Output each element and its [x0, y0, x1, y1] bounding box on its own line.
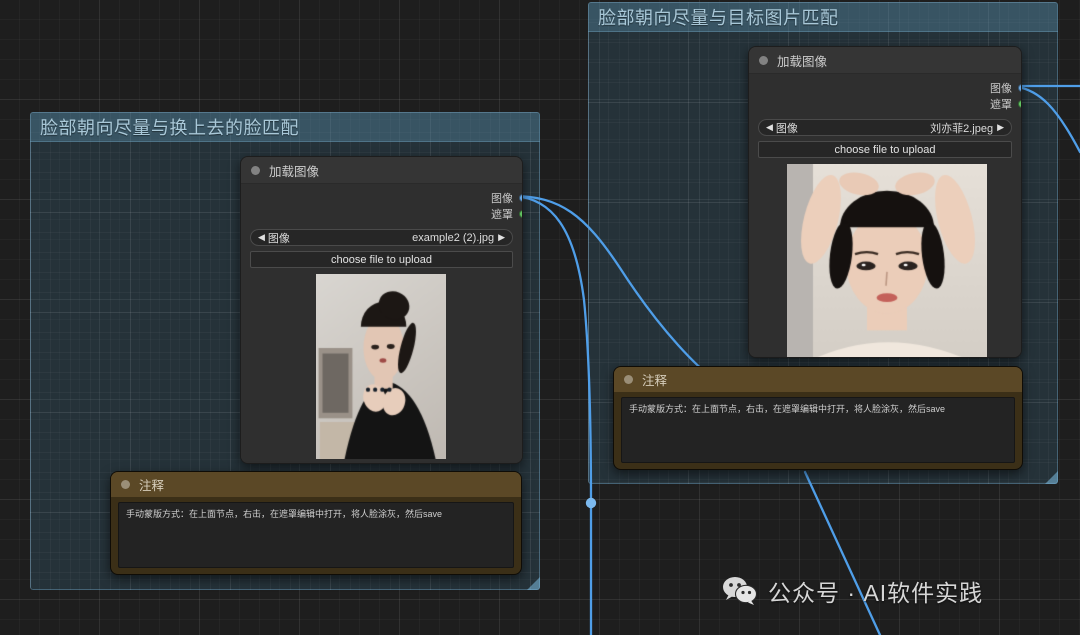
watermark-text: 公众号 · AI软件实践	[768, 580, 984, 606]
node-collapse-icon[interactable]	[251, 165, 260, 175]
chevron-left-icon[interactable]: ◀	[766, 122, 773, 133]
image-port-dot-icon[interactable]	[1018, 84, 1021, 92]
link-reroute-dot	[585, 497, 597, 509]
note-collapse-icon[interactable]	[624, 375, 633, 384]
image-port-dot-icon[interactable]	[519, 194, 522, 202]
image-preview-thumbnail[interactable]	[316, 274, 446, 459]
link-diagonal-bottom	[803, 470, 882, 635]
output-port-mask[interactable]: 遮罩	[758, 96, 1021, 112]
chevron-right-icon[interactable]: ▶	[498, 232, 505, 243]
node-body: 图像 遮罩 ◀ 图像 example2 (2).jpg ▶ choose fil…	[241, 184, 522, 463]
image-select-widget[interactable]: ◀ 图像 刘亦菲2.jpeg ▶	[758, 119, 1012, 136]
group-title-left[interactable]: 脸部朝向尽量与换上去的脸匹配	[30, 112, 540, 142]
widget-value: example2 (2).jpg	[412, 231, 495, 244]
note-header[interactable]: 注释	[111, 472, 521, 497]
output-port-image[interactable]: 图像	[758, 80, 1021, 96]
group-resize-handle[interactable]	[1045, 471, 1058, 484]
node-load-image-left[interactable]: 加载图像 图像 遮罩 ◀ 图像 example2 (2).jpg ▶ choos…	[240, 156, 523, 464]
node-collapse-icon[interactable]	[759, 55, 768, 65]
output-port-label: 遮罩	[990, 99, 1012, 111]
node-title: 加载图像	[777, 54, 828, 69]
mask-port-dot-icon[interactable]	[519, 210, 522, 218]
group-title-right[interactable]: 脸部朝向尽量与目标图片匹配	[588, 2, 1058, 32]
mask-port-dot-icon[interactable]	[1018, 100, 1021, 108]
wechat-icon	[723, 577, 758, 605]
node-title: 加载图像	[269, 164, 320, 179]
widget-label: 图像	[267, 232, 290, 245]
note-node-left[interactable]: 注释 手动蒙版方式：在上面节点，右击，在遮罩编辑中打开，将人脸涂灰，然后save	[110, 471, 522, 575]
image-preview-thumbnail[interactable]	[787, 164, 987, 357]
note-node-right[interactable]: 注释 手动蒙版方式：在上面节点，右击，在遮罩编辑中打开，将人脸涂灰，然后save	[613, 366, 1023, 470]
note-body: 手动蒙版方式：在上面节点，右击，在遮罩编辑中打开，将人脸涂灰，然后save	[111, 497, 521, 574]
output-port-image[interactable]: 图像	[250, 190, 522, 206]
chevron-right-icon[interactable]: ▶	[997, 122, 1004, 133]
graph-canvas[interactable]: 脸部朝向尽量与换上去的脸匹配 脸部朝向尽量与目标图片匹配 加载图像 图像 遮罩 …	[0, 0, 1080, 635]
chevron-left-icon[interactable]: ◀	[258, 232, 265, 243]
choose-file-button[interactable]: choose file to upload	[250, 251, 513, 268]
node-load-image-right[interactable]: 加载图像 图像 遮罩 ◀ 图像 刘亦菲2.jpeg ▶ choose file …	[748, 46, 1022, 358]
output-port-mask[interactable]: 遮罩	[250, 206, 522, 222]
node-body: 图像 遮罩 ◀ 图像 刘亦菲2.jpeg ▶ choose file to up…	[749, 74, 1021, 357]
node-header[interactable]: 加载图像	[241, 157, 522, 184]
output-port-label: 遮罩	[491, 209, 513, 221]
note-header[interactable]: 注释	[614, 367, 1022, 392]
output-port-label: 图像	[990, 83, 1012, 95]
note-textarea[interactable]: 手动蒙版方式：在上面节点，右击，在遮罩编辑中打开，将人脸涂灰，然后save	[621, 397, 1015, 463]
note-title: 注释	[642, 374, 668, 388]
output-port-label: 图像	[491, 193, 513, 205]
note-body: 手动蒙版方式：在上面节点，右击，在遮罩编辑中打开，将人脸涂灰，然后save	[614, 392, 1022, 469]
note-title: 注释	[139, 479, 165, 493]
choose-file-button[interactable]: choose file to upload	[758, 141, 1012, 158]
image-select-widget[interactable]: ◀ 图像 example2 (2).jpg ▶	[250, 229, 513, 246]
group-resize-handle[interactable]	[527, 577, 540, 590]
widget-value: 刘亦菲2.jpeg	[930, 122, 994, 135]
note-textarea[interactable]: 手动蒙版方式：在上面节点，右击，在遮罩编辑中打开，将人脸涂灰，然后save	[118, 502, 514, 568]
widget-label: 图像	[775, 122, 798, 135]
note-collapse-icon[interactable]	[121, 480, 130, 489]
node-header[interactable]: 加载图像	[749, 47, 1021, 74]
watermark: 公众号 · AI软件实践	[722, 574, 983, 608]
